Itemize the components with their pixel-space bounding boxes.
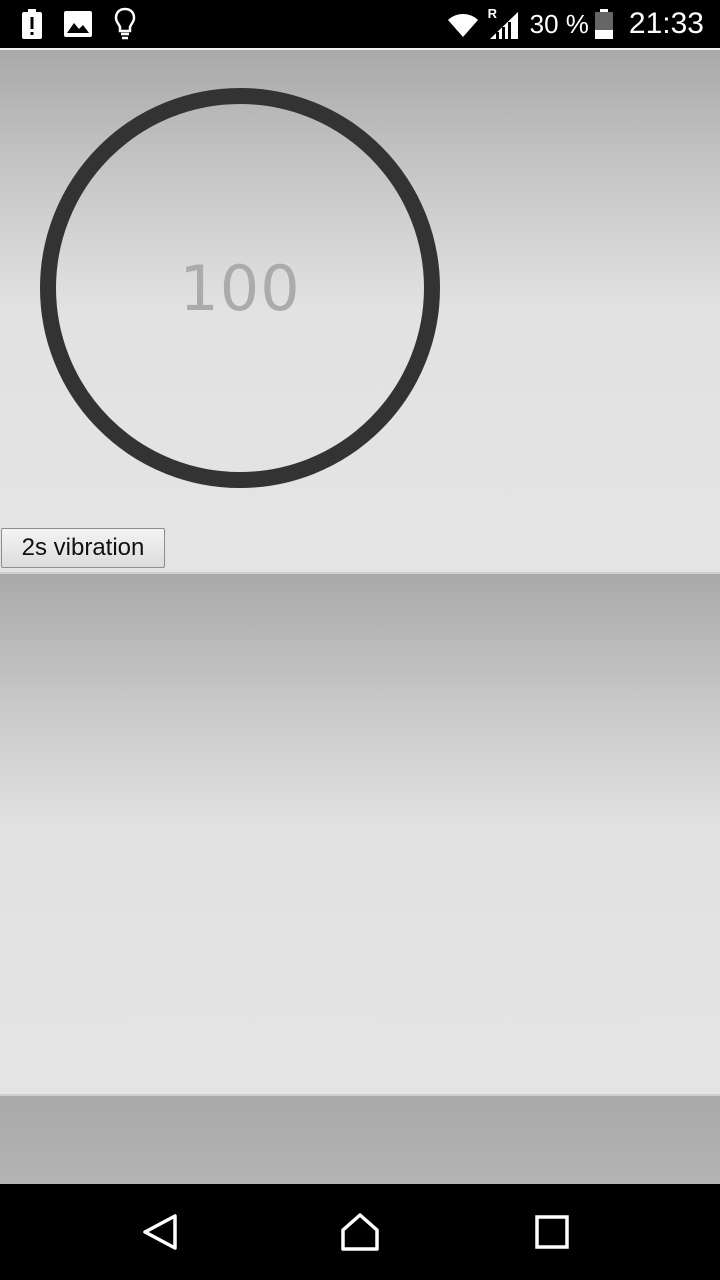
back-icon — [143, 1214, 177, 1250]
notification-icons — [22, 6, 158, 42]
recents-icon — [535, 1215, 569, 1249]
system-indicators: R 30 % 21:33 — [446, 0, 704, 48]
content-panel: 100 2s vibration — [0, 50, 720, 572]
battery-percent: 30 % — [529, 8, 589, 39]
recents-button[interactable] — [532, 1212, 572, 1252]
main-content: 100 2s vibration — [0, 50, 720, 1186]
battery-alert-icon — [22, 9, 42, 39]
lightbulb-icon — [114, 7, 136, 41]
back-button[interactable] — [140, 1212, 180, 1252]
empty-panel — [0, 572, 720, 1096]
vibrate-button[interactable]: 2s vibration — [1, 528, 165, 568]
status-bar: R 30 % 21:33 — [0, 0, 720, 48]
home-icon — [341, 1213, 379, 1251]
countdown-gauge: 100 — [40, 88, 440, 488]
app-screen: R 30 % 21:33 100 2s vibration — [0, 0, 720, 1280]
clock: 21:33 — [628, 7, 704, 40]
empty-panel-bottom — [0, 1094, 720, 1186]
roaming-label: R — [487, 6, 498, 21]
home-button[interactable] — [340, 1212, 380, 1252]
navigation-bar — [0, 1184, 720, 1280]
counter-value: 100 — [179, 251, 301, 325]
signal-roaming-icon: R — [487, 6, 520, 40]
wifi-icon — [446, 10, 480, 38]
battery-icon — [594, 9, 613, 39]
image-icon — [64, 11, 92, 37]
